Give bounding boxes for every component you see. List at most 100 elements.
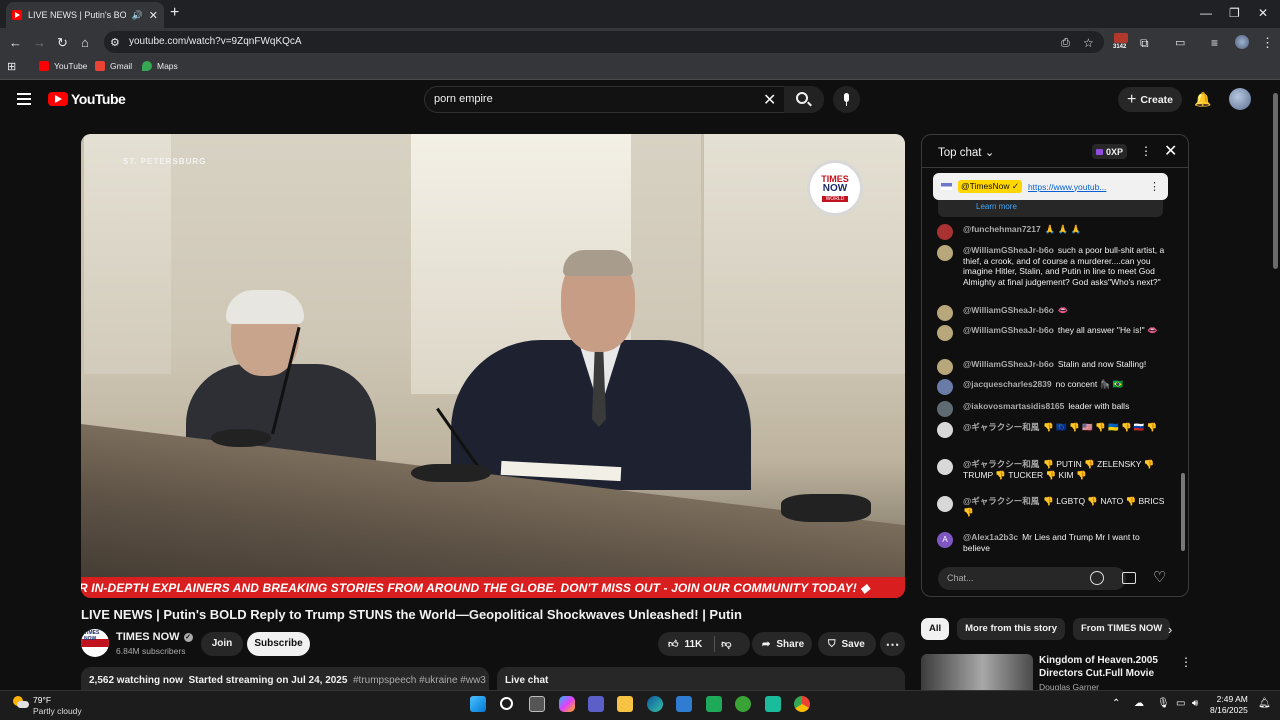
notifications-bell-icon[interactable]: 🔔 xyxy=(1194,91,1211,108)
chat-scroll-thumb[interactable] xyxy=(1181,473,1185,551)
reading-list-icon[interactable]: ≡ xyxy=(1211,35,1218,51)
related-video-thumbnail[interactable] xyxy=(921,654,1033,690)
search-input[interactable]: porn empire xyxy=(434,93,493,105)
temperature[interactable]: 79°F xyxy=(33,695,51,705)
chat-avatar[interactable]: A xyxy=(937,532,953,548)
edge-icon[interactable] xyxy=(647,696,663,712)
bookmark-youtube[interactable]: YouTube xyxy=(39,61,87,71)
store-icon[interactable] xyxy=(765,696,781,712)
chat-scrollbar[interactable] xyxy=(1181,170,1185,555)
chip-more-from-story[interactable]: More from this story xyxy=(957,618,1065,640)
share-button[interactable]: ➦ Share xyxy=(752,632,812,656)
search-taskbar-icon[interactable] xyxy=(500,697,513,710)
pinned-options-icon[interactable]: ⋮ xyxy=(1149,180,1160,193)
learn-more-link[interactable]: Learn more xyxy=(938,199,1163,217)
split-screen-icon[interactable]: ▭ xyxy=(1175,35,1185,51)
site-info-icon[interactable]: ⚙ xyxy=(110,35,120,51)
chat-author[interactable]: @jacquescharles2839 xyxy=(963,379,1052,389)
chat-author[interactable]: @WilliamGSheaJr-b6o xyxy=(963,325,1054,335)
windows-start-icon[interactable] xyxy=(470,696,486,712)
home-icon[interactable]: ⌂ xyxy=(81,35,89,51)
hamburger-menu-icon[interactable] xyxy=(17,93,31,105)
search-icon[interactable] xyxy=(796,92,808,104)
chat-avatar[interactable] xyxy=(937,496,953,512)
chat-avatar[interactable] xyxy=(937,359,953,375)
notification-bell-icon[interactable]: 🔔︎ xyxy=(1258,698,1271,709)
teams-icon[interactable] xyxy=(588,696,604,712)
profile-icon[interactable] xyxy=(1235,35,1249,49)
related-video-title[interactable]: Kingdom of Heaven.2005 Directors Cut.Ful… xyxy=(1039,654,1164,680)
weather-partly-cloudy-icon[interactable] xyxy=(13,694,29,710)
save-button[interactable]: ⛉ Save xyxy=(818,632,876,656)
chat-author[interactable]: @WilliamGSheaJr-b6o xyxy=(963,245,1054,255)
chat-avatar[interactable] xyxy=(937,379,953,395)
chip-all[interactable]: All xyxy=(921,618,950,640)
chat-avatar[interactable] xyxy=(937,305,953,321)
page-scrollbar[interactable] xyxy=(1271,81,1280,691)
chat-author[interactable]: @funchehman7217 xyxy=(963,224,1041,234)
extensions-puzzle-icon[interactable]: ⧉ xyxy=(1140,35,1149,51)
reload-icon[interactable]: ↻ xyxy=(57,35,68,51)
like-count[interactable]: 11K xyxy=(684,639,702,650)
chat-avatar[interactable] xyxy=(937,325,953,341)
onedrive-icon[interactable]: ☁ xyxy=(1134,698,1144,709)
like-dislike-group[interactable]: 👍︎ 11K 👎︎ xyxy=(658,632,750,656)
hashtags[interactable]: #trumpspeech #ukraine #ww3 xyxy=(353,675,486,686)
chrome-icon[interactable] xyxy=(794,696,810,712)
clear-search-icon[interactable]: ✕ xyxy=(763,90,776,110)
subscribe-button[interactable]: Subscribe xyxy=(247,632,310,656)
channel-avatar[interactable]: TIMES NOW xyxy=(81,629,109,657)
mail-icon[interactable] xyxy=(676,696,692,712)
close-chat-icon[interactable]: ✕ xyxy=(1164,141,1177,161)
chat-author[interactable]: @ギャラクシー和風 xyxy=(963,459,1039,469)
thumbs-down-icon[interactable]: 👎︎ xyxy=(721,638,731,650)
chat-author[interactable]: @Alex1a2b3c xyxy=(963,532,1018,542)
back-icon[interactable]: ← xyxy=(9,35,22,51)
chat-author[interactable]: @ギャラクシー和風 xyxy=(963,496,1039,506)
menu-kebab-icon[interactable]: ⋮ xyxy=(1261,35,1274,51)
maximize-icon[interactable]: ❐ xyxy=(1229,6,1240,20)
chat-author[interactable]: @ギャラクシー和風 xyxy=(963,422,1039,432)
chat-avatar[interactable] xyxy=(937,245,953,261)
weather-condition[interactable]: Partly cloudy xyxy=(33,706,82,716)
channel-name[interactable]: TIMES NOW xyxy=(116,631,180,643)
pinned-link[interactable]: https://www.youtub... xyxy=(1028,182,1143,192)
pinned-message[interactable]: @TimesNow ✓ https://www.youtub... ⋮ xyxy=(933,173,1168,200)
speaker-icon[interactable]: 🔊 xyxy=(132,10,143,21)
tray-chevron-icon[interactable]: ⌃ xyxy=(1112,698,1120,709)
apps-grid-icon[interactable]: ⊞ xyxy=(7,59,16,75)
create-button[interactable]: + Create xyxy=(1118,87,1182,112)
forward-icon[interactable]: → xyxy=(33,35,46,51)
browser-tab[interactable]: LIVE NEWS | Putin's BOLD R 🔊 ✕ xyxy=(6,2,164,28)
page-scroll-thumb[interactable] xyxy=(1273,93,1278,269)
emoji-icon[interactable] xyxy=(1090,571,1104,585)
bookmark-star-icon[interactable]: ☆ xyxy=(1083,35,1094,51)
bookmark-gmail[interactable]: Gmail xyxy=(95,61,132,71)
bookmark-maps[interactable]: Maps xyxy=(142,61,178,71)
gift-icon[interactable] xyxy=(1122,572,1136,584)
join-button[interactable]: Join xyxy=(201,632,243,656)
heart-icon[interactable]: ♡ xyxy=(1153,568,1166,586)
volume-icon[interactable]: 🔊︎ xyxy=(1192,698,1198,709)
close-window-icon[interactable]: ✕ xyxy=(1258,6,1268,20)
chat-options-icon[interactable]: ⋮ xyxy=(1140,144,1152,158)
url-text[interactable]: youtube.com/watch?v=9ZqnFWqKQcA xyxy=(129,36,302,47)
close-tab-icon[interactable]: ✕ xyxy=(149,9,158,22)
chat-avatar[interactable] xyxy=(937,422,953,438)
video-player[interactable]: ST. PETERSBURG TIMES NOW WORLD R IN-DEPT… xyxy=(81,134,905,598)
chip-from-times-now[interactable]: From TIMES NOW xyxy=(1073,618,1171,640)
chat-avatar[interactable] xyxy=(937,401,953,417)
copilot-icon[interactable] xyxy=(559,696,575,712)
system-clock[interactable]: 2:49 AM 8/16/2025 xyxy=(1210,694,1248,716)
chat-avatar[interactable] xyxy=(937,459,953,475)
extension-icon[interactable] xyxy=(1114,33,1128,43)
youtube-logo[interactable]: YouTube xyxy=(48,91,126,107)
kick-icon[interactable] xyxy=(706,696,722,712)
minimize-icon[interactable]: — xyxy=(1200,6,1212,20)
chat-author[interactable]: @iakovosmartasidis8165 xyxy=(963,401,1064,411)
more-actions-icon[interactable]: ⋯ xyxy=(880,632,905,656)
network-icon[interactable]: ▭ xyxy=(1176,698,1185,709)
thumbs-up-icon[interactable]: 👍︎ xyxy=(668,638,678,650)
xp-badge[interactable]: 0XP xyxy=(1092,144,1128,159)
chevron-right-icon[interactable]: › xyxy=(1168,622,1172,637)
